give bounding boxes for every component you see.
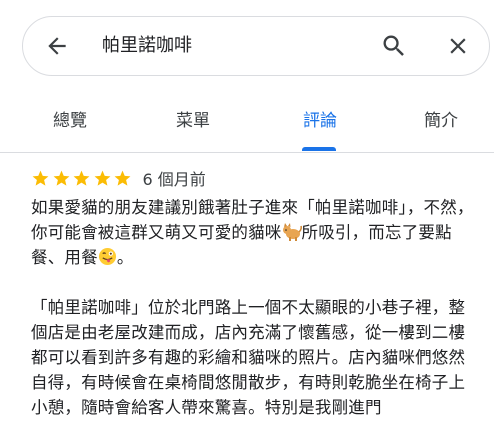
review-date: 6 個月前 [142,170,206,189]
review-paragraph: 「帕里諾咖啡」位於北門路上一個不太顯眼的小巷子裡，整個店是由老屋改建而成，店內充… [31,298,466,417]
star-icon [114,170,131,186]
tab-overview[interactable]: 總覽 [52,110,88,152]
close-button[interactable] [445,33,471,59]
star-icon [53,170,69,186]
star-rating [31,169,134,188]
tab-reviews[interactable]: 評論 [302,110,338,152]
tab-bar: 總覽 菜單 評論 簡介 [0,100,494,153]
review-item: 6 個月前 如果愛貓的朋友建議別餓著肚子進來「帕里諾咖啡」，不然，你可能會被這群… [31,167,481,445]
star-icon [32,170,49,186]
close-icon [450,38,466,54]
arrow-back-icon [48,37,66,55]
star-icon [73,170,90,186]
tab-menu[interactable]: 菜單 [175,110,211,152]
search-icon [383,35,404,56]
review-text-part: 。 [116,248,134,267]
search-query[interactable]: 帕里諾咖啡 [102,32,192,60]
tab-about[interactable]: 簡介 [423,110,459,152]
back-button[interactable] [44,33,70,59]
cat-emoji-icon [282,223,302,241]
rating-row: 6 個月前 [31,167,481,189]
star-icon [94,170,110,186]
face-tongue-emoji-icon [98,247,117,266]
active-tab-indicator [302,147,336,151]
search-bar[interactable]: 帕里諾咖啡 [22,16,490,76]
review-text: 如果愛貓的朋友建議別餓著肚子進來「帕里諾咖啡」，不然，你可能會被這群又萌又可愛的… [31,195,481,420]
review-paragraph: 如果愛貓的朋友建議別餓著肚子進來「帕里諾咖啡」，不然，你可能會被這群又萌又可愛的… [31,195,481,270]
search-button[interactable] [380,32,408,60]
